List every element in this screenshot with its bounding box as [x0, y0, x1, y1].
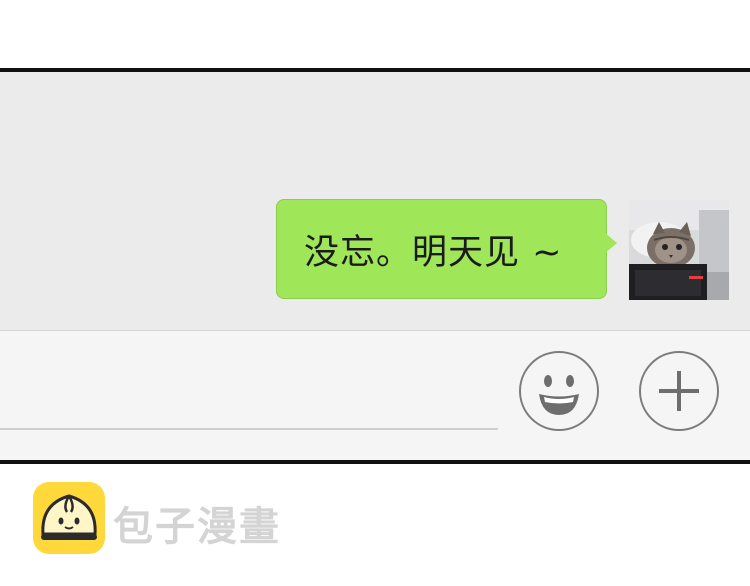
emoji-button[interactable] — [519, 351, 599, 431]
chat-screen: 没忘。明天见 ~ — [0, 68, 750, 464]
logo — [33, 482, 105, 554]
plus-button[interactable] — [639, 351, 719, 431]
watermark-text: 包子漫畫 — [113, 504, 281, 550]
avatar[interactable] — [629, 200, 729, 300]
input-toolbar — [0, 330, 750, 460]
message-list: 没忘。明天见 ~ — [0, 72, 750, 330]
cat-photo-avatar — [629, 200, 729, 300]
steamed-bun-logo-icon — [33, 482, 105, 554]
message-text: 没忘。明天见 ~ — [304, 232, 563, 273]
smiley-face-icon — [539, 375, 579, 415]
plus-icon — [659, 371, 699, 411]
message-input[interactable] — [0, 428, 498, 430]
bubble-tail — [604, 232, 617, 254]
outgoing-message-bubble[interactable]: 没忘。明天见 ~ — [276, 199, 607, 299]
